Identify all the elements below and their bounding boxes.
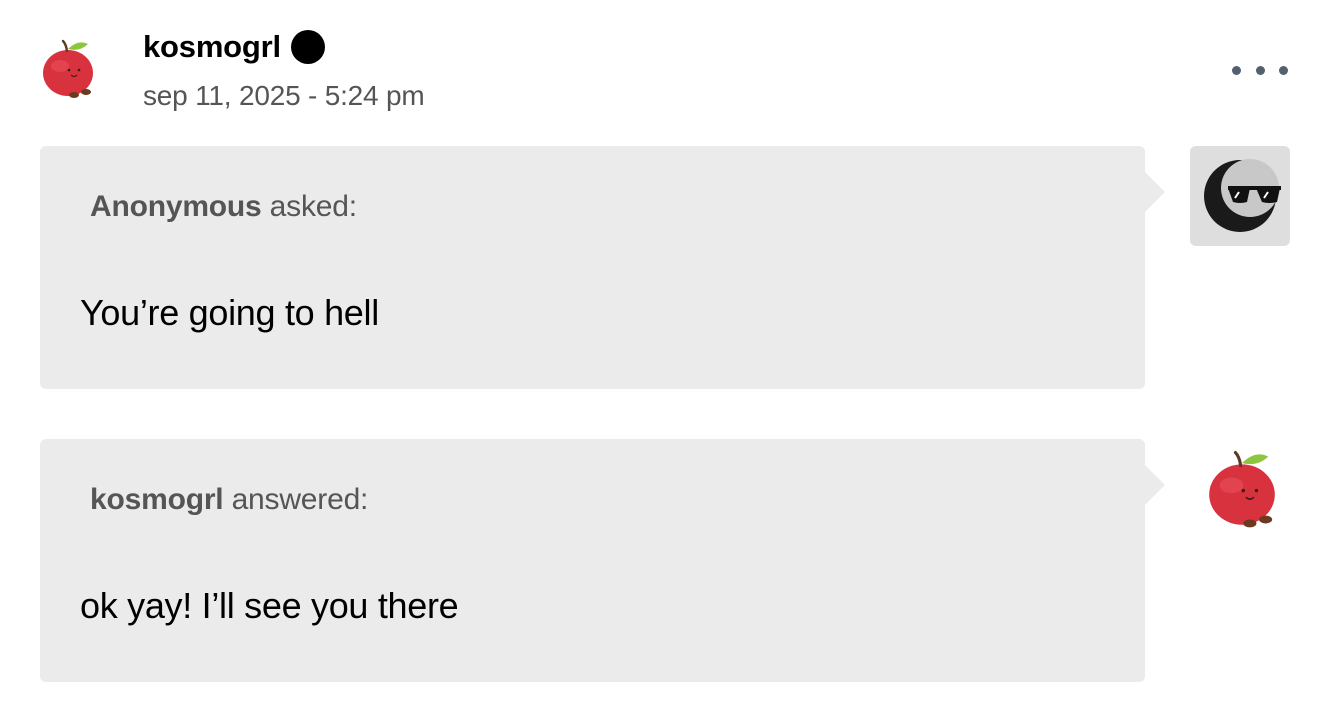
ellipsis-icon: [1255, 65, 1265, 75]
answer-text: ok yay! I’ll see you there: [80, 585, 459, 626]
answerer-label: kosmogrl answered:: [90, 483, 368, 517]
more-options-button[interactable]: [1232, 56, 1288, 84]
asker-name: Anonymous: [90, 190, 262, 223]
post-timestamp[interactable]: sep 11, 2025 - 5:24 pm: [143, 80, 425, 112]
ellipsis-icon: [1232, 65, 1241, 75]
answer-bubble: kosmogrl answered: ok yay! I’ll see you …: [40, 439, 1165, 682]
username-row: kosmogrl: [143, 26, 325, 68]
asker-label: Anonymous asked:: [90, 190, 357, 224]
question-bubble: Anonymous asked: You’re going to hell: [40, 146, 1165, 389]
apple-plush-icon[interactable]: [1200, 446, 1284, 530]
username-link[interactable]: kosmogrl: [143, 29, 281, 65]
status-dot-icon: [290, 30, 325, 64]
question-text: You’re going to hell: [80, 292, 379, 333]
sunglasses-moon-icon[interactable]: [1190, 146, 1290, 246]
apple-plush-icon[interactable]: [36, 36, 100, 100]
asked-suffix: asked:: [261, 190, 357, 223]
answerer-name: kosmogrl: [90, 483, 224, 516]
post-header: kosmogrl sep 11, 2025 - 5:24 pm: [0, 0, 1326, 130]
ellipsis-icon: [1279, 65, 1288, 75]
answered-suffix: answered:: [223, 483, 369, 516]
